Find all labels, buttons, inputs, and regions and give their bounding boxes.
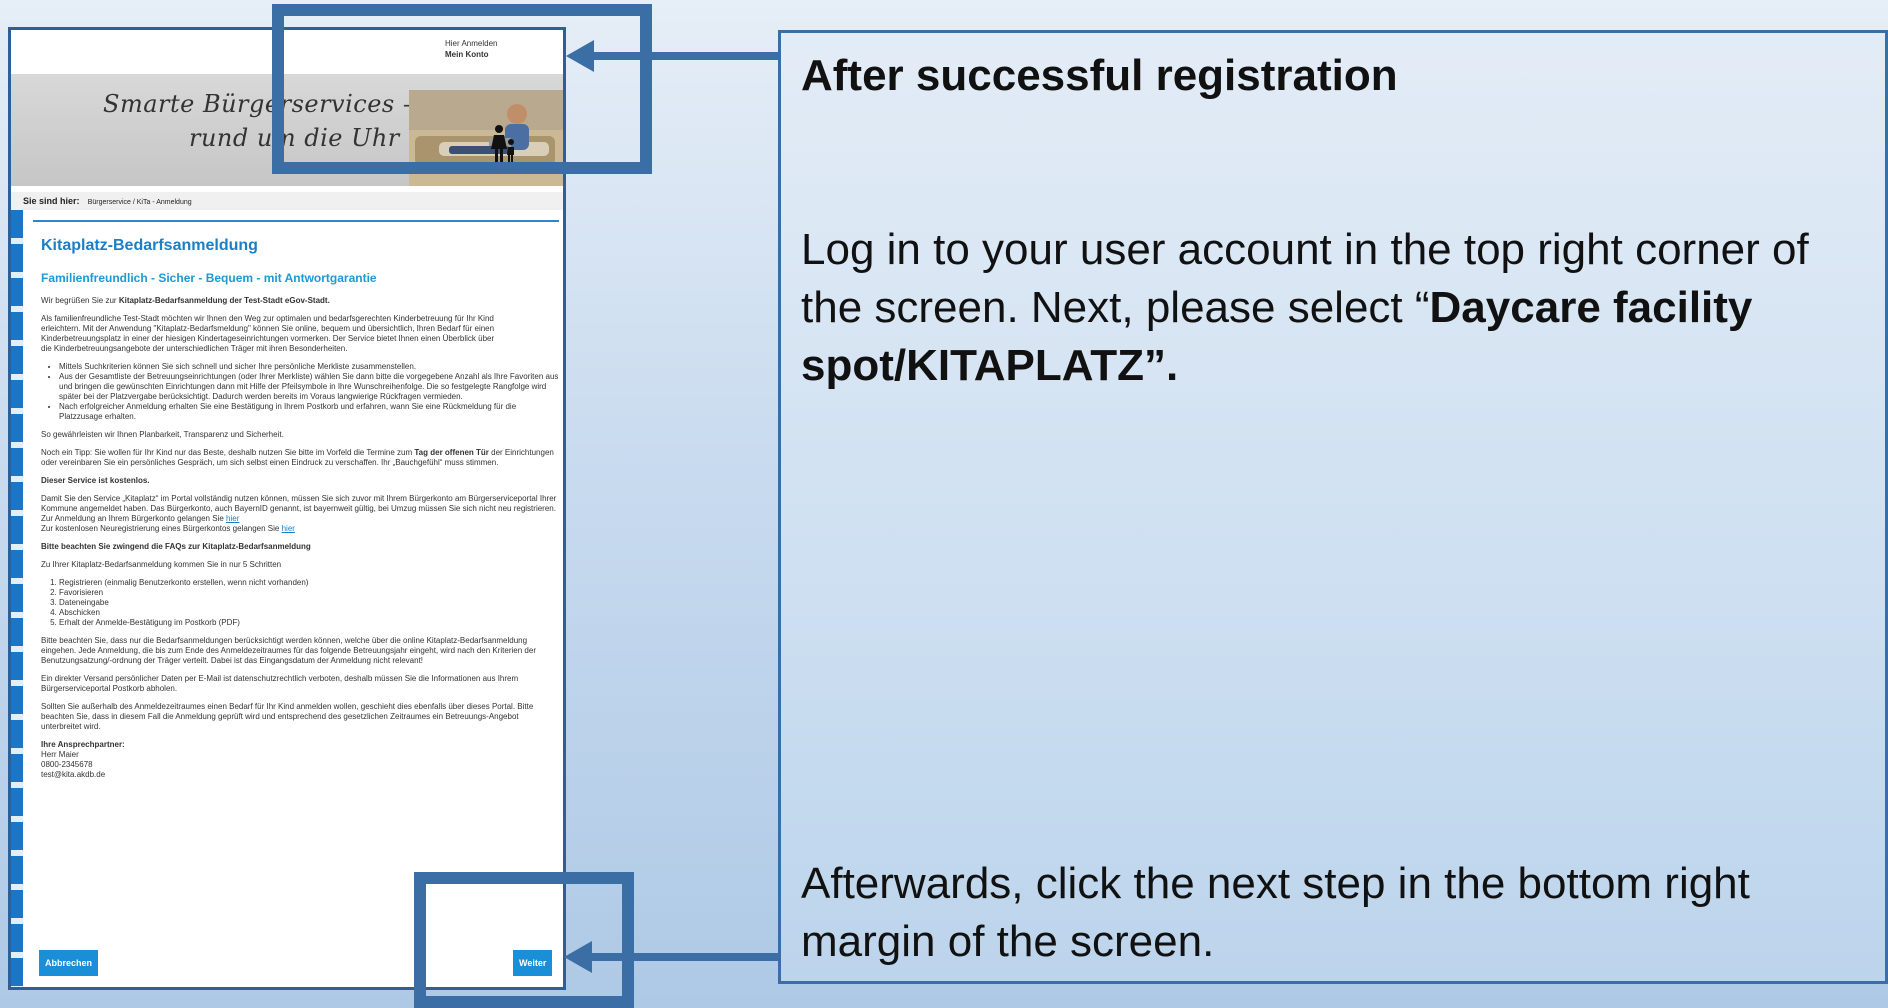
intro-text: Wir begrüßen Sie zur Kitaplatz-Bedarfsan… — [41, 296, 330, 305]
instruction-box: After successful registration Log in to … — [778, 30, 1888, 984]
arrow-to-next-button — [590, 953, 778, 961]
cancel-button[interactable]: Abbrechen — [39, 950, 99, 976]
next-button-highlight-box — [414, 872, 634, 1008]
guarantee-text: So gewährleisten wir Ihnen Planbarkeit, … — [41, 430, 284, 439]
account-highlight-box — [272, 4, 652, 174]
contact-email: test@kita.akdb.de — [41, 770, 106, 779]
account-info: Damit Sie den Service „Kitaplatz“ im Por… — [41, 494, 557, 513]
list-item: Dateneingabe — [59, 598, 559, 608]
login-here-link[interactable]: hier — [226, 514, 239, 523]
contact-block: Ihre Ansprechpartner: Herr Maier 0800-23… — [41, 740, 559, 780]
list-item: Abschicken — [59, 608, 559, 618]
breadcrumb: Sie sind hier: Bürgerservice / KiTa - An… — [11, 192, 563, 210]
steps-list: Registrieren (einmalig Benutzerkonto ers… — [41, 578, 559, 628]
left-nav-stripe — [11, 210, 23, 987]
instruction-login-step: Log in to your user account in the top r… — [801, 225, 1809, 390]
contact-phone: 0800-2345678 — [41, 760, 93, 769]
contact-heading: Ihre Ansprechpartner: — [41, 740, 125, 749]
instruction-next-step: Afterwards, click the next step in the b… — [801, 859, 1750, 966]
contact-name: Herr Maier — [41, 750, 79, 759]
list-item: Nach erfolgreicher Anmeldung erhalten Si… — [59, 402, 559, 422]
login-line: Zur Anmeldung an Ihrem Bürgerkonto gelan… — [41, 514, 240, 523]
breadcrumb-path: Bürgerservice / KiTa - Anmeldung — [87, 199, 192, 206]
steps-intro: Zu Ihrer Kitaplatz-Bedarfsanmeldung komm… — [41, 560, 282, 569]
list-item: Aus der Gesamtliste der Betreuungseinric… — [59, 372, 559, 402]
main-content: Kitaplatz-Bedarfsanmeldung Familienfreun… — [33, 220, 559, 788]
arrow-head-bottom — [564, 941, 592, 973]
list-item: Mittels Suchkriterien können Sie sich sc… — [59, 362, 559, 372]
page-subtitle: Familienfreundlich - Sicher - Bequem - m… — [41, 271, 377, 285]
note-paragraph: Sollten Sie außerhalb des Anmeldezeitrau… — [41, 702, 534, 731]
feature-list: Mittels Suchkriterien können Sie sich sc… — [41, 362, 559, 422]
arrow-to-account-links — [592, 52, 778, 60]
note-paragraph: Ein direkter Versand persönlicher Daten … — [41, 674, 519, 693]
page-title: Kitaplatz-Bedarfsanmeldung — [41, 237, 258, 254]
tip-text: Noch ein Tipp: Sie wollen für Ihr Kind n… — [41, 448, 554, 467]
register-here-link[interactable]: hier — [282, 524, 295, 533]
note-paragraph: Bitte beachten Sie, dass nur die Bedarfs… — [41, 636, 536, 665]
list-item: Erhalt der Anmelde-Bestätigung im Postko… — [59, 618, 559, 628]
instruction-heading: After successful registration — [801, 51, 1398, 100]
list-item: Registrieren (einmalig Benutzerkonto ers… — [59, 578, 559, 588]
intro-paragraph: Als familienfreundliche Test-Stadt möcht… — [41, 314, 495, 353]
register-line: Zur kostenlosen Neuregistrierung eines B… — [41, 524, 295, 533]
list-item: Favorisieren — [59, 588, 559, 598]
breadcrumb-label: Sie sind hier: — [23, 196, 80, 206]
free-service-heading: Dieser Service ist kostenlos. — [41, 476, 150, 485]
faq-heading: Bitte beachten Sie zwingend die FAQs zur… — [41, 542, 311, 551]
arrow-head-top — [566, 40, 594, 72]
